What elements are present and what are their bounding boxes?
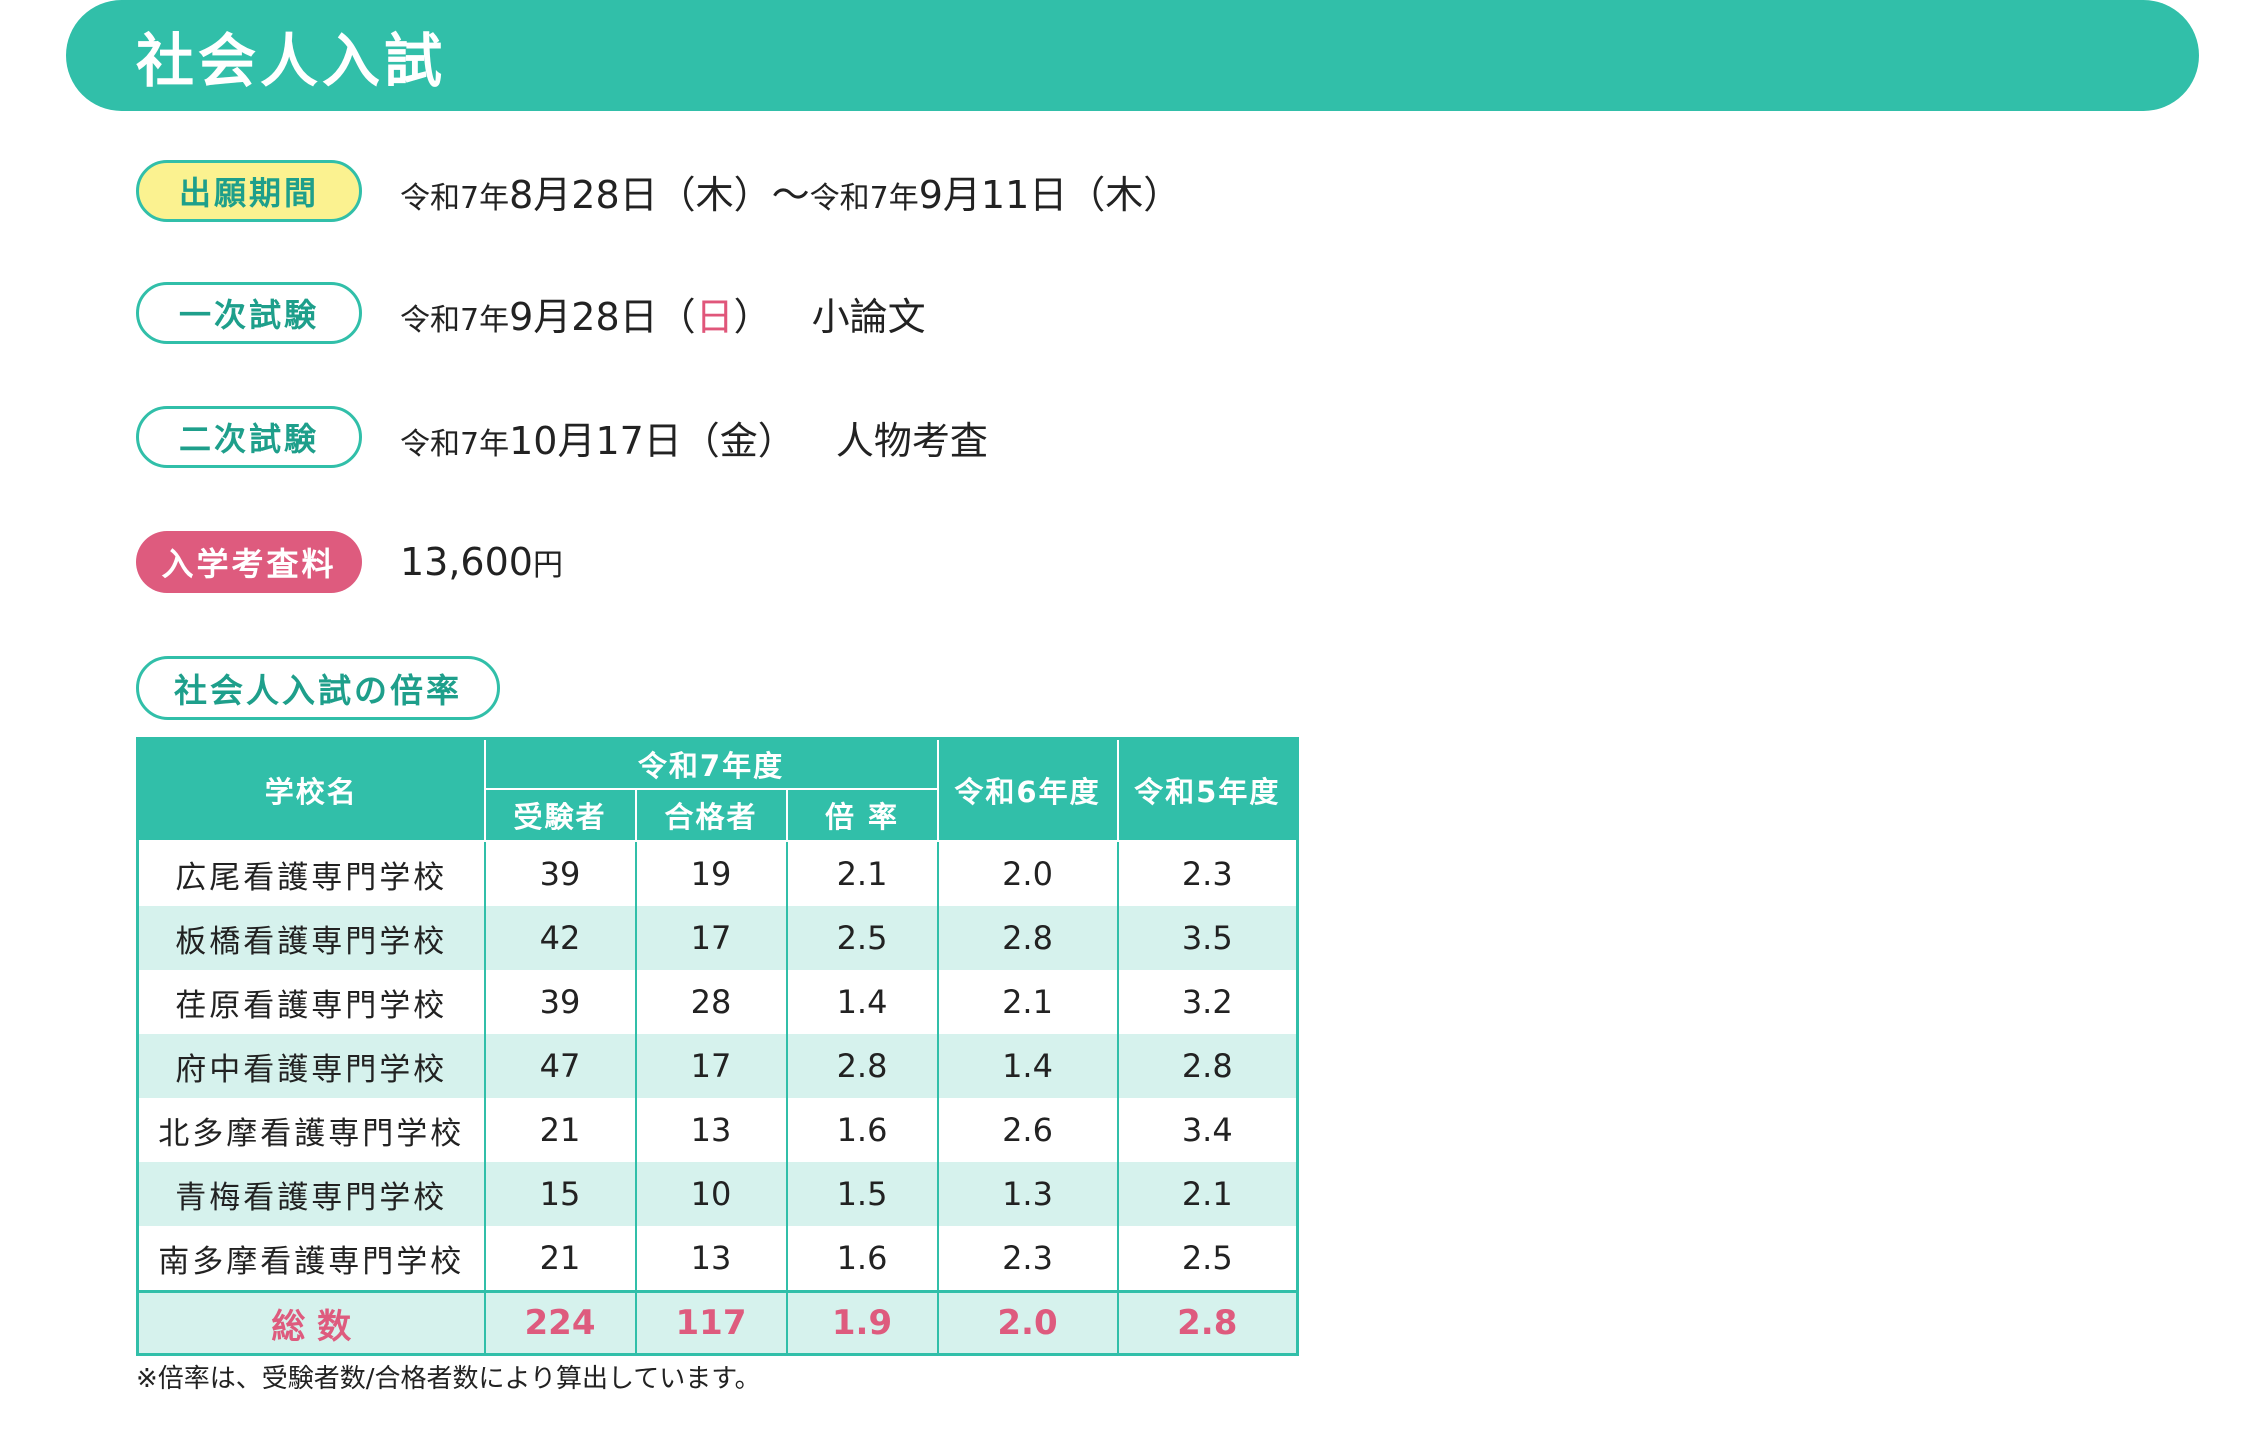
header-r7: 令和7年度 [483, 737, 939, 790]
header-school: 学校名 [136, 737, 486, 842]
total-examinees: 224 [483, 1290, 637, 1355]
passed-cell: 28 [634, 970, 788, 1034]
fee-value: 13,600円 [400, 540, 563, 584]
total-passed: 117 [634, 1290, 788, 1355]
table-row: 北多摩看護専門学校 21 13 1.6 2.6 3.4 [136, 1098, 1299, 1162]
second-exam-value: 令和7年10月17日（金） 人物考査 [400, 418, 988, 463]
examinees-cell: 21 [483, 1098, 637, 1162]
passed-cell: 13 [634, 1226, 788, 1292]
first-exam-label: 一次試験 [136, 282, 362, 344]
sunday-mark: 日 [695, 294, 734, 339]
application-period-row: 出願期間 令和7年8月28日（木）〜令和7年9月11日（木） [136, 160, 1181, 222]
r5-cell: 3.5 [1116, 906, 1299, 970]
table-row: 南多摩看護専門学校 21 13 1.6 2.3 2.5 [136, 1226, 1299, 1292]
passed-cell: 17 [634, 1034, 788, 1098]
examinees-cell: 42 [483, 906, 637, 970]
total-r5: 2.8 [1116, 1290, 1299, 1355]
r5-cell: 2.5 [1116, 1226, 1299, 1292]
r5-cell: 2.3 [1116, 841, 1299, 906]
school-name: 青梅看護専門学校 [136, 1162, 486, 1226]
school-name: 南多摩看護専門学校 [136, 1226, 486, 1292]
r5-cell: 3.4 [1116, 1098, 1299, 1162]
r6-cell: 2.3 [936, 1226, 1119, 1292]
table-row: 広尾看護専門学校 39 19 2.1 2.0 2.3 [136, 841, 1299, 906]
header-r6: 令和6年度 [936, 737, 1119, 842]
school-name: 板橋看護専門学校 [136, 906, 486, 970]
examinees-cell: 15 [483, 1162, 637, 1226]
total-row: 総 数 224 117 1.9 2.0 2.8 [136, 1290, 1299, 1355]
r5-cell: 2.8 [1116, 1034, 1299, 1098]
header-ratio: 倍 率 [785, 788, 939, 842]
first-exam-subject: 小論文 [811, 294, 926, 339]
table-row: 府中看護専門学校 47 17 2.8 1.4 2.8 [136, 1034, 1299, 1098]
total-r6: 2.0 [936, 1290, 1119, 1355]
fee-label: 入学考査料 [136, 531, 362, 593]
table-row: 荏原看護専門学校 39 28 1.4 2.1 3.2 [136, 970, 1299, 1034]
fee-row: 入学考査料 13,600円 [136, 531, 563, 593]
table-row: 板橋看護専門学校 42 17 2.5 2.8 3.5 [136, 906, 1299, 970]
ratio-cell: 2.8 [785, 1034, 939, 1098]
passed-cell: 10 [634, 1162, 788, 1226]
ratio-cell: 2.1 [785, 841, 939, 906]
examinees-cell: 39 [483, 970, 637, 1034]
total-label: 総 数 [136, 1290, 486, 1355]
school-name: 北多摩看護専門学校 [136, 1098, 486, 1162]
footnote: ※倍率は、受験者数/合格者数により算出しています。 [136, 1364, 761, 1394]
r6-cell: 2.1 [936, 970, 1119, 1034]
school-name: 広尾看護専門学校 [136, 841, 486, 906]
header-examinees: 受験者 [483, 788, 637, 842]
header-passed: 合格者 [634, 788, 788, 842]
ratio-cell: 2.5 [785, 906, 939, 970]
admission-rate-table: 学校名 令和7年度 令和6年度 令和5年度 受験者 合格者 倍 率 広尾看護専門… [136, 737, 1300, 1356]
r6-cell: 2.0 [936, 841, 1119, 906]
examinees-cell: 47 [483, 1034, 637, 1098]
second-exam-label: 二次試験 [136, 406, 362, 468]
r5-cell: 2.1 [1116, 1162, 1299, 1226]
section-title: 社会人入試 [136, 26, 447, 95]
header-r5: 令和5年度 [1116, 737, 1299, 842]
first-exam-row: 一次試験 令和7年9月28日（日） 小論文 [136, 282, 926, 344]
ratio-cell: 1.4 [785, 970, 939, 1034]
ratio-cell: 1.6 [785, 1098, 939, 1162]
examinees-cell: 39 [483, 841, 637, 906]
examinees-cell: 21 [483, 1226, 637, 1292]
r6-cell: 2.6 [936, 1098, 1119, 1162]
section-header: 社会人入試 [66, 0, 2199, 111]
application-period-value: 令和7年8月28日（木）〜令和7年9月11日（木） [400, 172, 1182, 217]
school-name: 府中看護専門学校 [136, 1034, 486, 1098]
total-ratio: 1.9 [785, 1290, 939, 1355]
passed-cell: 17 [634, 906, 788, 970]
ratio-cell: 1.5 [785, 1162, 939, 1226]
table-row: 青梅看護専門学校 15 10 1.5 1.3 2.1 [136, 1162, 1299, 1226]
application-period-label: 出願期間 [136, 160, 362, 222]
passed-cell: 13 [634, 1098, 788, 1162]
rate-section-title: 社会人入試の倍率 [136, 656, 500, 720]
school-name: 荏原看護専門学校 [136, 970, 486, 1034]
first-exam-value: 令和7年9月28日（日） 小論文 [400, 294, 926, 339]
ratio-cell: 1.6 [785, 1226, 939, 1292]
r6-cell: 1.3 [936, 1162, 1119, 1226]
second-exam-row: 二次試験 令和7年10月17日（金） 人物考査 [136, 406, 988, 468]
r5-cell: 3.2 [1116, 970, 1299, 1034]
r6-cell: 1.4 [936, 1034, 1119, 1098]
passed-cell: 19 [634, 841, 788, 906]
second-exam-subject: 人物考査 [835, 418, 988, 463]
r6-cell: 2.8 [936, 906, 1119, 970]
